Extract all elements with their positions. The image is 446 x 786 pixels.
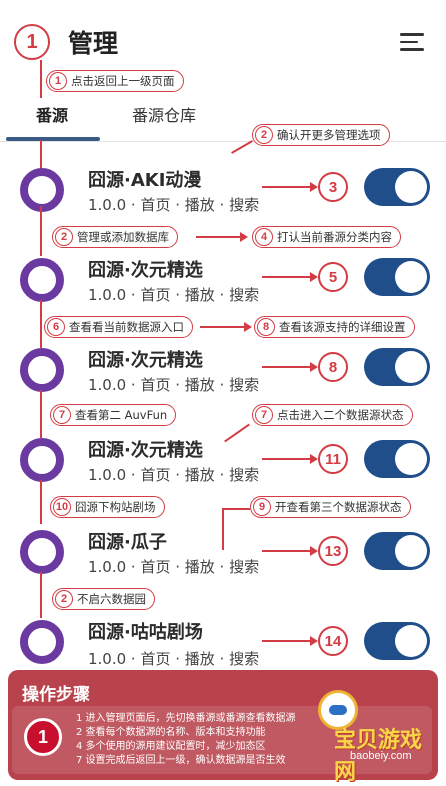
tab-source-repo[interactable]: 番源仓库	[132, 102, 196, 126]
connector-line	[196, 236, 242, 238]
steps-list: 1 进入管理页面后，先切换番源或番源查看数据源 2 查看每个数据源的名称、版本和…	[76, 712, 296, 768]
steps-title: 操作步骤	[22, 685, 90, 705]
connector-line	[231, 140, 253, 154]
arrow-right	[310, 272, 318, 282]
toggle-knob	[395, 351, 427, 383]
source-name: 囧源·咕咕剧场	[88, 622, 203, 643]
arrow-right	[244, 322, 252, 332]
tab-indicator	[6, 137, 100, 141]
callout-back: 1 点击返回上一级页面	[46, 70, 184, 92]
callout-second-status: 7 点击进入二个数据源状态	[252, 404, 413, 426]
steps-line: 7 设置完成后返回上一级，确认数据源是否生效	[76, 755, 286, 766]
source-name: 囧源·次元精选	[88, 260, 203, 281]
source-meta: 1.0.0 · 首页 · 播放 · 搜索	[88, 466, 260, 484]
connector-line	[262, 276, 312, 278]
source-meta: 1.0.0 · 首页 · 播放 · 搜索	[88, 376, 260, 394]
source-meta: 1.0.0 · 首页 · 播放 · 搜索	[88, 558, 260, 576]
arrow-right	[310, 182, 318, 192]
source-ring-icon	[20, 168, 64, 212]
connector-line	[200, 326, 246, 328]
source-meta: 1.0.0 · 首页 · 播放 · 搜索	[88, 196, 260, 214]
step-marker: 3	[318, 172, 348, 202]
toggle-knob	[395, 171, 427, 203]
source-toggle[interactable]	[364, 440, 430, 478]
source-meta: 1.0.0 · 首页 · 播放 · 搜索	[88, 650, 260, 668]
source-toggle[interactable]	[364, 622, 430, 660]
step-marker: 14	[318, 626, 348, 656]
watermark: 宝贝游戏网 baobeiy.com	[312, 688, 442, 785]
steps-number-badge: 1	[24, 718, 62, 756]
source-ring-icon	[20, 258, 64, 302]
connector-line	[262, 640, 312, 642]
source-ring-icon	[20, 348, 64, 392]
source-name: 囧源·次元精选	[88, 350, 203, 371]
connector-line	[262, 550, 312, 552]
step-marker: 8	[318, 352, 348, 382]
callout-manage-db: 2 管理或添加数据库	[52, 226, 178, 248]
watermark-url: baobeiy.com	[350, 750, 412, 762]
arrow-right	[310, 362, 318, 372]
arrow-right	[310, 546, 318, 556]
callout-third-status: 9 开查看第三个数据源状态	[250, 496, 411, 518]
toggle-knob	[395, 625, 427, 657]
source-name: 囧源·瓜子	[88, 532, 167, 553]
callout-settings: 8 查看该源支持的详细设置	[254, 316, 415, 338]
callout-disable-source: 2 不启六数据园	[52, 588, 155, 610]
source-toggle[interactable]	[364, 348, 430, 386]
source-name: 囧源·AKI动漫	[88, 170, 202, 191]
menu-icon[interactable]	[400, 33, 426, 53]
steps-line: 2 查看每个数据源的名称、版本和支持功能	[76, 727, 266, 738]
toggle-knob	[395, 261, 427, 293]
connector-line	[262, 366, 312, 368]
step-marker: 13	[318, 536, 348, 566]
connector-line	[222, 508, 250, 510]
step-marker-1: 1	[14, 24, 50, 60]
source-toggle[interactable]	[364, 168, 430, 206]
callout-theater-source: 10 囧源下构站剧场	[50, 496, 165, 518]
page-title: 管理	[68, 29, 119, 58]
connector-line	[262, 458, 312, 460]
connector-line	[262, 186, 312, 188]
arrow-right	[310, 636, 318, 646]
source-ring-icon	[20, 530, 64, 574]
source-ring-icon	[20, 438, 64, 482]
source-ring-icon	[20, 620, 64, 664]
steps-line: 4 多个使用的源用建议配置时，减少加态区	[76, 741, 266, 752]
arrow-right	[310, 454, 318, 464]
step-marker: 11	[318, 444, 348, 474]
toggle-knob	[395, 535, 427, 567]
source-toggle[interactable]	[364, 258, 430, 296]
source-name: 囧源·次元精选	[88, 440, 203, 461]
source-meta: 1.0.0 · 首页 · 播放 · 搜索	[88, 286, 260, 304]
callout-second-source: 7 查看第二 AuvFun	[50, 404, 177, 426]
step-marker: 5	[318, 262, 348, 292]
callout-more-options: 2 确认开更多管理选项	[252, 124, 390, 146]
timeline-line	[40, 206, 42, 256]
tab-sources[interactable]: 番源	[36, 102, 68, 126]
steps-line: 1 进入管理页面后，先切换番源或番源查看数据源	[76, 713, 296, 724]
callout-categories: 4 打认当前番源分类内容	[252, 226, 401, 248]
callout-source-entry: 6 查看看当前数据源入口	[44, 316, 193, 338]
arrow-right	[240, 232, 248, 242]
timeline-line	[40, 480, 42, 524]
source-toggle[interactable]	[364, 532, 430, 570]
toggle-knob	[395, 443, 427, 475]
